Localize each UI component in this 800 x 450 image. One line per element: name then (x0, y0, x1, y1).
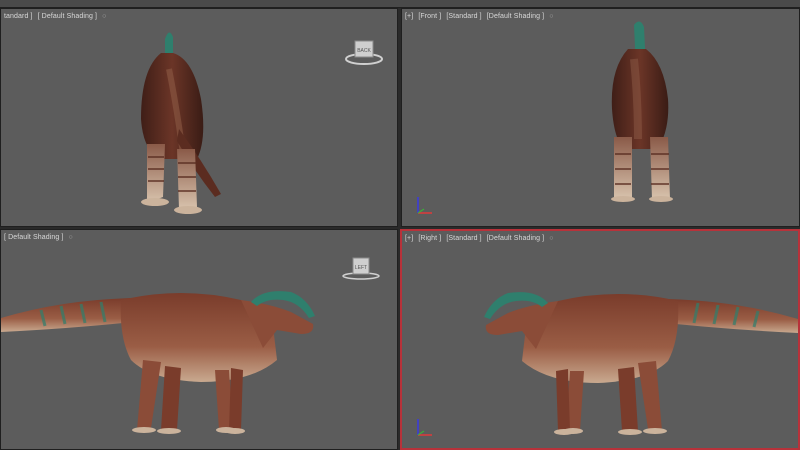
toolbar-strip (0, 0, 800, 8)
render-mode-label[interactable]: [Standard ] (446, 13, 481, 20)
render-mode-label[interactable]: [Standard ] (446, 235, 481, 242)
dinosaur-back-model (141, 32, 221, 214)
view-name-label[interactable]: [Front ] (418, 13, 441, 20)
shading-label[interactable]: [ Default Shading ] (4, 234, 64, 241)
dinosaur-front-model (611, 21, 673, 202)
svg-text:BACK: BACK (357, 48, 371, 54)
dinosaur-right-model (484, 292, 798, 435)
viewport-front[interactable]: [+] [Front ] [Standard ] [Default Shadin… (401, 8, 800, 227)
viewport-label[interactable]: tandard ] [ Default Shading ] ○ (4, 13, 109, 20)
viewport-layout: tandard ] [ Default Shading ] ○ BACK [+]… (0, 0, 800, 450)
shading-label[interactable]: [ Default Shading ] (38, 13, 98, 20)
circle-icon[interactable]: ○ (549, 235, 553, 242)
viewport-right[interactable]: [+] [Right ] [Standard ] [Default Shadin… (400, 229, 800, 450)
viewport-menu-button[interactable]: [+] (405, 235, 413, 242)
viewport-menu-button[interactable]: [+] (405, 13, 413, 20)
circle-icon[interactable]: ○ (102, 13, 106, 20)
xyz-axis-icon (414, 193, 436, 217)
svg-text:LEFT: LEFT (355, 265, 367, 271)
viewport-label[interactable]: [+] [Front ] [Standard ] [Default Shadin… (405, 13, 557, 20)
circle-icon[interactable]: ○ (69, 234, 73, 241)
shading-label[interactable]: [Default Shading ] (487, 13, 544, 20)
shading-label[interactable]: [Default Shading ] (487, 235, 544, 242)
dinosaur-left-model (1, 291, 315, 434)
view-name-label[interactable]: tandard ] (4, 13, 33, 20)
viewport-label[interactable]: [ Default Shading ] ○ (4, 234, 76, 241)
viewport-label[interactable]: [+] [Right ] [Standard ] [Default Shadin… (405, 235, 557, 242)
view-name-label[interactable]: [Right ] (418, 235, 441, 242)
circle-icon[interactable]: ○ (549, 13, 553, 20)
viewport-back[interactable]: tandard ] [ Default Shading ] ○ BACK (0, 8, 398, 227)
xyz-axis-icon (414, 415, 436, 439)
viewcube-icon[interactable]: BACK (344, 35, 384, 67)
viewport-left[interactable]: [ Default Shading ] ○ LEFT (0, 229, 398, 450)
viewcube-icon[interactable]: LEFT (341, 252, 381, 284)
